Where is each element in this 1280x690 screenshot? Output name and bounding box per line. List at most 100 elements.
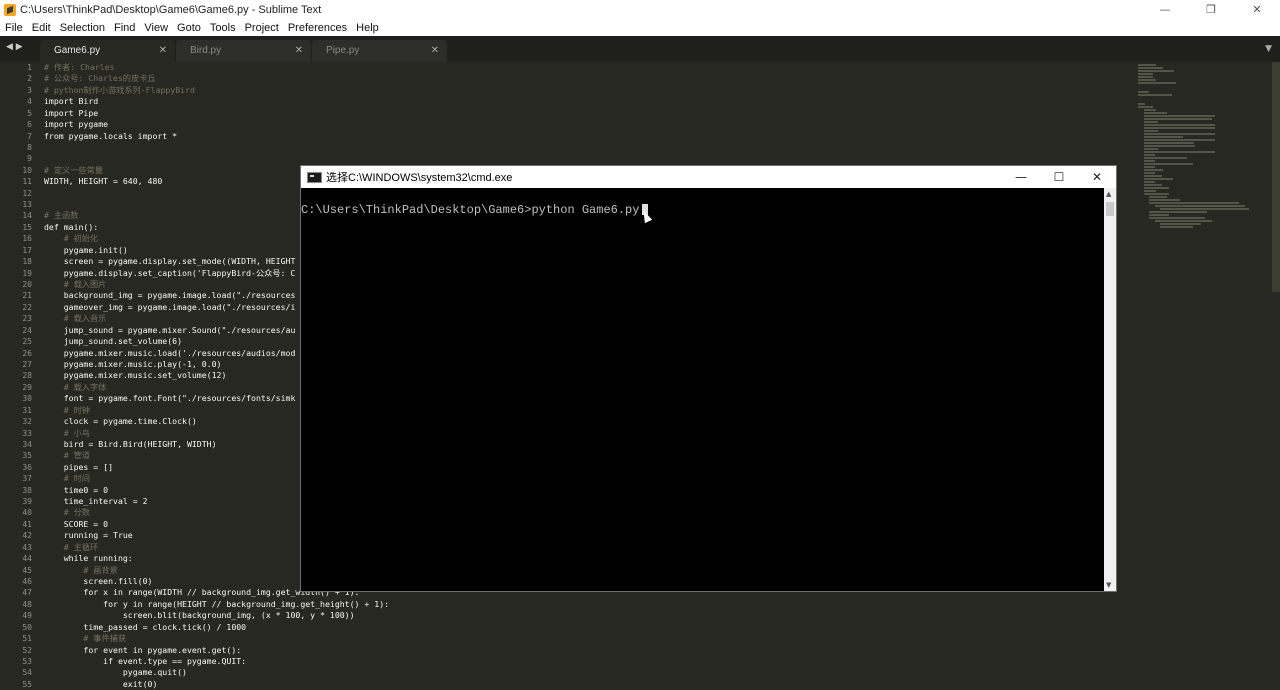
cmd-title: 选择C:\WINDOWS\system32\cmd.exe: [326, 172, 513, 184]
cmd-icon: [307, 171, 322, 183]
menu-view[interactable]: View: [139, 22, 172, 34]
menu-selection[interactable]: Selection: [55, 22, 109, 34]
tab-list-dropdown-icon[interactable]: ▼: [1265, 44, 1272, 54]
minimap-line: [1160, 223, 1201, 225]
minimap-line: [1143, 169, 1164, 171]
menu-help[interactable]: Help: [351, 22, 383, 34]
menu-tools[interactable]: Tools: [205, 22, 240, 34]
line-number: 41: [22, 519, 32, 529]
line-number: 24: [22, 325, 32, 335]
window-controls: — ❐ ✕: [1142, 0, 1280, 19]
minimap-line: [1143, 154, 1155, 156]
line-number: 12: [22, 188, 32, 198]
editor-scrollbar[interactable]: [1272, 62, 1280, 292]
tab-label: Game6.py: [54, 45, 101, 56]
line-number: 27: [22, 359, 32, 369]
menu-edit[interactable]: Edit: [27, 22, 55, 34]
tab-close-icon[interactable]: ✕: [431, 40, 439, 62]
tab-bird[interactable]: Bird.py ✕: [176, 40, 311, 62]
scroll-thumb[interactable]: [1106, 202, 1114, 216]
line-number: 16: [22, 234, 32, 244]
line-number: 43: [22, 542, 32, 552]
line-number: 7: [27, 131, 32, 141]
code-line: for event in pygame.event.get():: [44, 644, 242, 655]
code-line: # 事件捕获: [44, 633, 127, 644]
tab-label: Bird.py: [190, 45, 222, 56]
tab-pipe[interactable]: Pipe.py ✕: [312, 40, 447, 62]
tab-close-icon[interactable]: ✕: [295, 40, 303, 62]
line-number: 52: [22, 645, 32, 655]
scroll-down-icon[interactable]: ▼: [1106, 581, 1111, 589]
line-number: 30: [22, 394, 32, 404]
code-line: exit(0): [44, 678, 158, 689]
minimap-line: [1143, 160, 1155, 162]
scroll-up-icon[interactable]: ▲: [1106, 190, 1111, 198]
line-number: 36: [22, 462, 32, 472]
line-number: 55: [22, 679, 32, 689]
cmd-minimize-button[interactable]: —: [1002, 166, 1040, 188]
minimap-line: [1138, 82, 1176, 84]
tab-bar: ◀ ▶ Game6.py ✕ Bird.py ✕ Pipe.py ✕ ▼: [0, 36, 1280, 62]
minimap-line: [1138, 73, 1154, 75]
code-line: for y in range(HEIGHT // background_img.…: [44, 598, 390, 609]
code-line: import Bird: [44, 96, 99, 107]
menu-goto[interactable]: Goto: [172, 22, 205, 34]
line-number: 20: [22, 280, 32, 290]
code-line: # 作者: Charles: [44, 62, 115, 72]
line-number: 4: [27, 97, 32, 107]
line-number: 39: [22, 497, 32, 507]
cmd-scrollbar[interactable]: ▲ ▼: [1104, 188, 1116, 591]
minimap-line: [1143, 115, 1215, 117]
minimap-line: [1154, 205, 1245, 207]
minimize-button[interactable]: —: [1142, 0, 1188, 19]
line-number: 33: [22, 428, 32, 438]
minimap-line: [1143, 133, 1215, 135]
tab-nav-arrows-icon[interactable]: ◀ ▶: [6, 42, 23, 52]
menu-project[interactable]: Project: [240, 22, 283, 34]
line-number: 22: [22, 302, 32, 312]
minimap-line: [1143, 151, 1215, 153]
tab-game6[interactable]: Game6.py ✕: [40, 40, 175, 62]
cmd-close-button[interactable]: ✕: [1078, 166, 1116, 188]
code-line: # 公众号: Charles的皮卡丘: [44, 73, 156, 84]
minimap-line: [1149, 217, 1206, 219]
menu-file[interactable]: File: [0, 22, 27, 34]
tab-close-icon[interactable]: ✕: [159, 40, 167, 62]
line-number: 38: [22, 485, 32, 495]
minimap-line: [1143, 184, 1162, 186]
menu-find[interactable]: Find: [109, 22, 139, 34]
line-number: 48: [22, 599, 32, 609]
line-number: 34: [22, 439, 32, 449]
minimap-line: [1143, 139, 1215, 141]
cmd-maximize-button[interactable]: ☐: [1040, 166, 1078, 188]
minimap-line: [1149, 214, 1169, 216]
maximize-button[interactable]: ❐: [1188, 0, 1234, 19]
minimap-line: [1143, 148, 1158, 150]
minimap-line: [1143, 109, 1157, 111]
line-number: 11: [22, 177, 32, 187]
line-number: 47: [22, 588, 32, 598]
line-number: 26: [22, 348, 32, 358]
minimap-line: [1143, 175, 1162, 177]
minimap-line: [1149, 196, 1168, 198]
code-line: import Pipe: [44, 107, 99, 118]
line-number: 29: [22, 382, 32, 392]
cmd-console[interactable]: C:\Users\ThinkPad\Desktop\Game6>python G…: [301, 188, 1116, 591]
minimap-line: [1143, 124, 1215, 126]
line-number: 10: [22, 165, 32, 175]
line-number: 46: [22, 576, 32, 586]
minimap-line: [1138, 76, 1154, 78]
minimap[interactable]: [1138, 64, 1249, 294]
minimap-line: [1138, 79, 1157, 81]
line-number: 18: [22, 257, 32, 267]
menu-preferences[interactable]: Preferences: [283, 22, 351, 34]
close-button[interactable]: ✕: [1234, 0, 1280, 19]
minimap-line: [1160, 208, 1249, 210]
minimap-line: [1138, 103, 1145, 105]
line-number: 15: [22, 222, 32, 232]
cmd-window[interactable]: 选择C:\WINDOWS\system32\cmd.exe — ☐ ✕ C:\U…: [300, 165, 1117, 592]
cmd-titlebar[interactable]: 选择C:\WINDOWS\system32\cmd.exe — ☐ ✕: [301, 166, 1116, 188]
line-number: 49: [22, 611, 32, 621]
